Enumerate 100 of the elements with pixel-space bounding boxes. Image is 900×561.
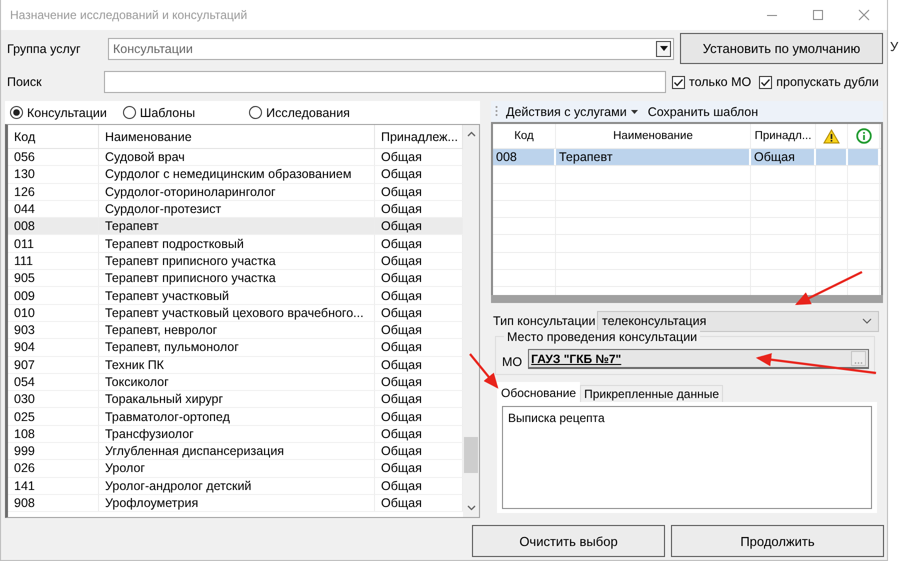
table-cell-text: 026 xyxy=(13,461,35,476)
table-row[interactable]: 130 Сурдолог с немедицинским образованием Общая xyxy=(8,166,463,184)
table-row[interactable]: 108 Трансфузиолог Общая xyxy=(8,426,463,444)
caret-icon[interactable] xyxy=(630,110,638,114)
column-header[interactable]: Наименование xyxy=(99,125,375,148)
table-cell-text: Терапевт подростковый xyxy=(104,236,244,251)
table-cell-text: Общая xyxy=(380,167,422,182)
radio-button[interactable] xyxy=(10,106,23,119)
column-header[interactable]: Наименование xyxy=(613,130,693,142)
radio-label[interactable]: Шаблоны xyxy=(140,106,196,120)
field-label: МО xyxy=(502,355,522,369)
table-cell-text: Уролог xyxy=(104,461,145,476)
field-label: Поиск xyxy=(7,75,43,89)
checkbox[interactable] xyxy=(759,76,772,88)
scrollbar[interactable] xyxy=(491,295,883,303)
justification-field[interactable]: Выписка рецепта xyxy=(502,406,872,509)
checkbox-label[interactable]: только МО xyxy=(689,75,752,89)
set-default-button[interactable]: Установить по умолчанию xyxy=(680,33,883,64)
scrollbar-thumb[interactable] xyxy=(464,437,478,473)
column-header[interactable]: Принадл... xyxy=(754,130,812,142)
scroll-down-icon[interactable] xyxy=(466,505,476,511)
table-cell-text: 009 xyxy=(13,288,35,303)
radio-button[interactable] xyxy=(122,106,136,119)
table-row[interactable]: 008 Терапевт Общая xyxy=(8,218,463,236)
table-cell: 008 xyxy=(496,150,517,164)
dropdown-arrow-icon[interactable] xyxy=(660,46,668,51)
annotation-arrow xyxy=(795,271,862,305)
save-template-button[interactable]: Сохранить шаблон xyxy=(646,104,760,118)
table-cell-text: Общая xyxy=(380,254,422,268)
table-row[interactable]: 904 Терапевт, пульмонолог Общая xyxy=(8,339,463,357)
checkbox[interactable] xyxy=(672,76,685,88)
table-cell-text: Сурдолог-протезист xyxy=(104,202,222,216)
toolbar-grip-icon[interactable] xyxy=(495,104,498,118)
table-row[interactable]: 999 Углубленная диспансеризация Общая xyxy=(8,443,463,460)
table-cell-text: 108 xyxy=(13,426,35,441)
table-row[interactable]: 030 Торакальный хирург Общая xyxy=(8,391,463,408)
table-row[interactable]: 903 Терапевт, невролог Общая xyxy=(8,322,463,340)
background-text: У xyxy=(890,39,900,54)
table-cell-text: Общая xyxy=(380,184,422,199)
table-cell-text: 025 xyxy=(13,410,35,424)
service-group-dropdown[interactable]: Консультации xyxy=(108,38,674,60)
table-row[interactable]: 056 Судовой врач Общая xyxy=(8,149,463,166)
table-cell: Терапевт xyxy=(559,150,613,164)
table-cell-text: Судовой врач xyxy=(104,150,185,164)
column-header[interactable]: Код xyxy=(514,130,534,142)
table-cell-text: Сурдолог с немедицинским образованием xyxy=(104,167,352,182)
scroll-up-icon[interactable] xyxy=(466,131,476,137)
tab[interactable]: Прикрепленные данные xyxy=(580,385,723,402)
table-cell-text: Торакальный хирург xyxy=(104,392,224,406)
tab[interactable]: Обоснование xyxy=(497,382,580,402)
table-row[interactable]: 111 Терапевт приписного участка Общая xyxy=(8,252,463,270)
table-row[interactable]: 907 Техник ПК Общая xyxy=(8,356,463,374)
clear-selection-button[interactable]: Очистить выбор xyxy=(472,525,665,557)
group-title: Место проведения консультации xyxy=(504,330,700,344)
table-cell-text: 008 xyxy=(13,219,35,234)
table-row[interactable]: 008 Терапевт Общая xyxy=(493,149,881,166)
table-cell-text: Общая xyxy=(380,202,422,216)
checkbox-label[interactable]: пропускать дубли xyxy=(776,75,879,89)
column-header[interactable]: Код xyxy=(8,125,99,148)
table-cell: Общая xyxy=(754,150,795,164)
table-cell-text: 905 xyxy=(13,271,35,286)
table-row[interactable]: 026 Уролог Общая xyxy=(8,460,463,478)
table-cell-text: 141 xyxy=(13,478,35,493)
table-row[interactable]: 010 Терапевт участковый цехового врачебного... Общая xyxy=(8,304,463,322)
table-cell-text: 904 xyxy=(13,340,35,354)
table-row[interactable]: 054 Токсиколог Общая xyxy=(8,374,463,392)
table-cell-text: Общая xyxy=(380,340,422,354)
radio-label[interactable]: Консультации xyxy=(27,106,107,120)
search-field[interactable] xyxy=(104,71,666,93)
consultation-type-dropdown[interactable]: телеконсультация xyxy=(597,310,879,332)
table-cell-text: 054 xyxy=(13,375,35,389)
table-cell-text: Терапевт xyxy=(104,219,159,234)
table-cell-text: Общая xyxy=(380,426,422,441)
table-row[interactable]: 126 Сурдолог-оториноларинголог Общая xyxy=(8,184,463,201)
table-cell-text: Углубленная диспансеризация xyxy=(104,444,284,458)
table-row[interactable]: 141 Уролог-андролог детский Общая xyxy=(8,478,463,495)
table-cell-text: Трансфузиолог xyxy=(104,426,194,441)
table-cell-text: Терапевт, невролог xyxy=(104,323,218,338)
table-cell-text: Терапевт приписного участка xyxy=(104,271,276,286)
table-cell-text: 030 xyxy=(13,392,35,406)
table-cell-text: Общая xyxy=(380,444,422,458)
radio-button[interactable] xyxy=(249,106,262,119)
table-row[interactable]: 009 Терапевт участковый Общая xyxy=(8,287,463,305)
table-row[interactable]: 025 Травматолог-ортопед Общая xyxy=(8,408,463,426)
table-row[interactable]: 905 Терапевт приписного участка Общая xyxy=(8,270,463,288)
table-cell-text: Общая xyxy=(380,375,422,389)
table-cell-text: Общая xyxy=(380,392,422,406)
table-cell-text: 056 xyxy=(13,150,35,164)
table-row[interactable]: 011 Терапевт подростковый Общая xyxy=(8,235,463,253)
continue-button[interactable]: Продолжить xyxy=(671,525,884,557)
table-cell-text: Общая xyxy=(380,288,422,303)
table-cell-text: Терапевт участковый xyxy=(104,288,229,303)
table-cell-text: Травматолог-ортопед xyxy=(104,410,230,424)
table-row[interactable]: 908 Урофлоуметрия Общая xyxy=(8,494,463,512)
table-cell-text: Общая xyxy=(380,219,422,234)
actions-menu[interactable]: Действия с услугами xyxy=(504,104,640,118)
radio-label[interactable]: Исследования xyxy=(266,106,350,120)
table-cell-text: Общая xyxy=(380,358,422,372)
chevron-down-icon[interactable] xyxy=(862,318,872,324)
table-cell-text: Терапевт участковый цехового врачебного... xyxy=(104,306,364,320)
